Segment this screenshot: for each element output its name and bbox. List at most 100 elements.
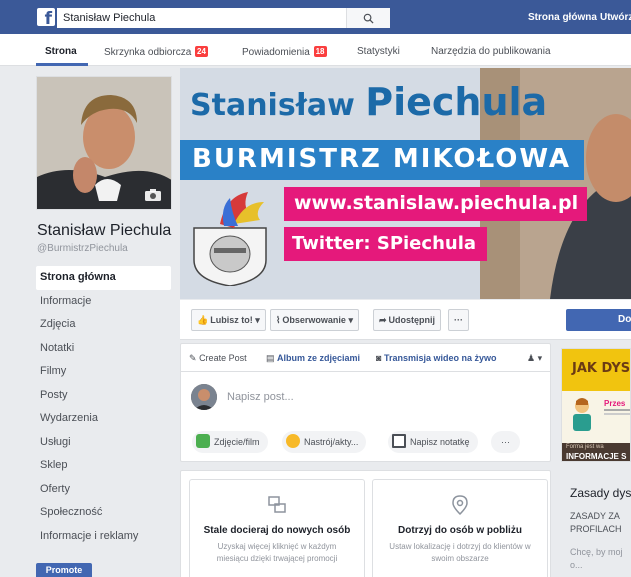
page-action-bar: 👍 Lubisz to! ▾ ⌇ Obserwowanie ▾ ➦ Udostępni… (180, 300, 631, 340)
promo-title: Stale docieraj do nowych osób (203, 525, 351, 536)
home-link[interactable]: Strona główna (528, 12, 597, 23)
tab-label: Skrzynka odbiorcza (104, 47, 192, 58)
featured-banner: JAK DYS (562, 349, 630, 391)
tab-label: Powiadomienia (242, 47, 310, 58)
sidebar-item-posts[interactable]: Posty (36, 384, 171, 408)
promotion-cards: Stale docieraj do nowych osób Uzyskaj wi… (180, 470, 551, 577)
promo-title: Dotrzyj do osób w pobliżu (398, 525, 522, 536)
excerpt-line: ZASADY ZA (570, 511, 620, 521)
cover-subtitle: BURMISTRZ MIKOŁOWA (192, 144, 572, 174)
create-link[interactable]: Utwórz (600, 12, 631, 23)
sidebar-item-notes[interactable]: Notatki (36, 337, 171, 361)
page-handle[interactable]: @BurmistrzPiechula (37, 243, 128, 254)
tab-insights[interactable]: Statystyki (357, 46, 400, 57)
thumbs-up-icon: 👍 (197, 315, 209, 325)
tab-notifications[interactable]: Powiadomienia 18 (242, 46, 327, 58)
feeling-activity-button[interactable]: Nastrój/akty... (282, 431, 367, 453)
live-video-label: Transmisja wideo na żywo (383, 353, 497, 363)
page-name[interactable]: Stanisław Piechula (37, 222, 171, 240)
cover-twitter-band: Twitter: SPiechula (284, 227, 487, 261)
left-navigation: Strona główna Informacje Zdjęcia Notatki… (36, 266, 171, 548)
primary-action-button[interactable]: Do (566, 309, 631, 331)
active-tab-indicator (36, 63, 88, 66)
search-box[interactable] (57, 8, 390, 28)
top-navbar: f Strona główna Utwórz (0, 0, 631, 34)
cover-photo[interactable]: Stanisław Piechula BURMISTRZ MIKOŁOWA ww… (180, 68, 631, 299)
pencil-icon: ✎ (189, 353, 197, 363)
cover-last-name: Piechula (365, 80, 548, 124)
tab-label: Statystyki (357, 46, 400, 57)
photo-album-tab[interactable]: ▤ Album ze zdjęciami (266, 353, 360, 364)
location-pin-icon (452, 495, 468, 516)
tab-page[interactable]: Strona (45, 46, 77, 57)
sidebar-item-events[interactable]: Wydarzenia (36, 407, 171, 431)
tab-inbox[interactable]: Skrzynka odbiorcza 24 (104, 46, 208, 58)
share-button[interactable]: ➦ Udostępnij (373, 309, 442, 331)
post-input[interactable]: Napisz post... (227, 391, 294, 403)
featured-post-excerpt: ZASADY ZA PROFILACH (570, 510, 622, 536)
profile-picture[interactable] (36, 76, 172, 210)
monitor-icon (268, 496, 286, 513)
sidebar-item-home[interactable]: Strona główna (36, 266, 171, 290)
composer-tabs: ✎ Create Post ▤ Album ze zdjęciami ◙ Tra… (181, 344, 550, 372)
follow-button[interactable]: ⌇ Obserwowanie ▾ (270, 309, 359, 331)
follow-label: Obserwowanie (282, 315, 346, 325)
featured-footer-title: INFORMACJE S (566, 452, 627, 461)
smiley-icon (286, 434, 300, 448)
featured-post-text: Chcę, by moj o... (570, 546, 623, 572)
search-input[interactable] (57, 8, 347, 28)
tab-label: Strona (45, 46, 77, 57)
create-post-label: Create Post (199, 353, 247, 363)
featured-footer-small: Forma jest wa (566, 444, 604, 450)
tab-label: Narzędzia do publikowania (431, 46, 551, 57)
photo-album-label: Album ze zdjęciami (277, 353, 361, 363)
promo-card-local[interactable]: Dotrzyj do osób w pobliżu Ustaw lokaliza… (372, 479, 548, 577)
sidebar-item-about[interactable]: Informacje (36, 290, 171, 314)
photo-icon (196, 434, 210, 448)
featured-image: Przes Forma jest wa INFORMACJE S (562, 391, 630, 461)
promo-description: Ustaw lokalizację i dotrzyj do klientów … (389, 542, 531, 563)
note-icon (392, 434, 406, 448)
live-video-tab[interactable]: ◙ Transmisja wideo na żywo (376, 353, 497, 363)
excerpt-line: PROFILACH (570, 524, 622, 534)
sidebar-item-photos[interactable]: Zdjęcia (36, 313, 171, 337)
featured-post-title[interactable]: Zasady dys (570, 486, 631, 500)
cover-subtitle-band: BURMISTRZ MIKOŁOWA (180, 140, 584, 180)
like-label: Lubisz to! (210, 315, 253, 325)
like-button[interactable]: 👍 Lubisz to! ▾ (191, 309, 266, 331)
search-icon (363, 13, 374, 24)
sidebar-item-videos[interactable]: Filmy (36, 360, 171, 384)
post-as-selector[interactable]: ♟ ▾ (527, 353, 542, 364)
sidebar-item-info-and-ads[interactable]: Informacje i reklamy (36, 525, 171, 549)
share-label: Udostępnij (388, 315, 436, 325)
featured-post-card[interactable]: JAK DYS Przes Forma jest wa INFORMACJE S (561, 348, 631, 462)
tab-publishing-tools[interactable]: Narzędzia do publikowania (431, 46, 551, 57)
write-note-label: Napisz notatkę (410, 437, 470, 447)
photo-video-button[interactable]: Zdjęcie/film (192, 431, 268, 453)
video-camera-icon: ◙ (376, 353, 382, 363)
rss-icon: ⌇ (276, 315, 281, 325)
featured-caption: Przes (604, 399, 626, 408)
camera-icon[interactable] (145, 189, 161, 201)
more-composer-options[interactable]: ··· (491, 431, 520, 453)
search-button[interactable] (346, 8, 390, 28)
photo-video-label: Zdjęcie/film (214, 437, 260, 447)
coat-of-arms-icon (193, 192, 267, 286)
promote-button[interactable]: Promote (36, 563, 92, 577)
write-note-button[interactable]: Napisz notatkę (388, 431, 478, 453)
cover-first-name: Stanisław (190, 88, 355, 123)
person-icon: ♟ (527, 353, 536, 363)
sidebar-item-community[interactable]: Społeczność (36, 501, 171, 525)
sidebar-item-offers[interactable]: Oferty (36, 478, 171, 502)
text-placeholder-lines (604, 409, 630, 411)
composer-avatar (191, 384, 217, 410)
sidebar-item-services[interactable]: Usługi (36, 431, 171, 455)
promo-card-reach[interactable]: Stale docieraj do nowych osób Uzyskaj wi… (189, 479, 365, 577)
facebook-logo-icon[interactable]: f (37, 8, 55, 26)
sidebar-item-shop[interactable]: Sklep (36, 454, 171, 478)
inbox-count-badge: 24 (195, 46, 208, 57)
create-post-tab[interactable]: ✎ Create Post (189, 353, 247, 364)
cover-name: Stanisław Piechula (190, 80, 547, 124)
more-options-button[interactable]: ··· (448, 309, 469, 331)
page-tabs: Strona Skrzynka odbiorcza 24 Powiadomien… (0, 34, 631, 66)
